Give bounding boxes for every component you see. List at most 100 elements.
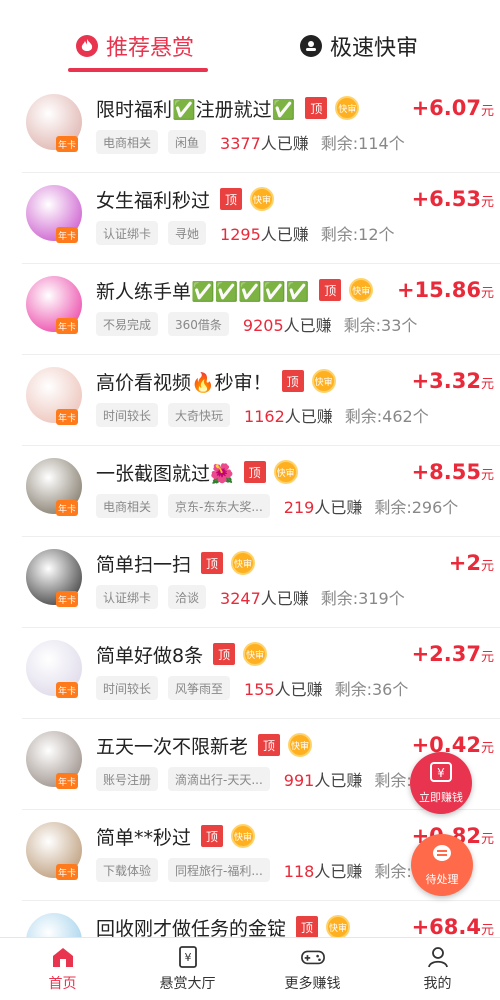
user-badge-icon <box>300 35 322 57</box>
task-tag: 电商相关 <box>96 130 159 154</box>
task-title: 简单好做8条 <box>96 644 204 667</box>
earned-number: 9205 <box>242 316 284 335</box>
task-row[interactable]: 年卡 女生福利秒过顶快审 +6.53元 认证绑卡 寻她 1295人已赚 剩余:12个 <box>22 173 500 264</box>
reward-unit: 元 <box>480 832 494 847</box>
tab-fast-review[interactable]: 极速快审 <box>300 26 418 66</box>
task-tag: 同程旅行-福利... <box>168 858 270 882</box>
nav-home[interactable]: 首页 <box>0 938 125 1000</box>
reward-unit: 元 <box>480 104 494 119</box>
fast-review-badge: 快审 <box>273 460 298 484</box>
earn-now-label: 立即赚钱 <box>419 790 463 804</box>
earned-number: 3247 <box>220 589 261 608</box>
remaining-count: 剩余:12个 <box>320 225 395 244</box>
earned-suffix: 人已赚 <box>274 680 323 699</box>
flame-icon <box>76 35 98 57</box>
nav-label: 首页 <box>48 976 77 992</box>
task-tag: 滴滴出行-天天... <box>168 767 270 791</box>
top-badge: 顶 <box>201 552 224 574</box>
top-badge: 顶 <box>201 825 224 847</box>
task-title-line: 高价看视频🔥秒审！ 顶快审 <box>96 367 336 395</box>
remaining-count: 剩余:36个 <box>334 680 409 699</box>
remaining-count: 剩余:33个 <box>343 316 418 335</box>
reward-unit: 元 <box>480 741 494 756</box>
task-reward: +2.37元 <box>412 642 494 666</box>
avatar-card-badge: 年卡 <box>56 591 78 607</box>
task-title: 一张截图就过🌺 <box>96 462 234 485</box>
reward-unit: 元 <box>480 923 494 937</box>
avatar-card-badge: 年卡 <box>56 227 78 243</box>
nav-more-earnings[interactable]: 更多赚钱 <box>250 938 375 1000</box>
earn-now-button[interactable]: ¥ 立即赚钱 <box>410 752 472 814</box>
yuan-icon: ¥ <box>430 761 452 787</box>
earned-suffix: 人已赚 <box>314 771 363 790</box>
remaining-count: 剩余:319个 <box>320 589 405 608</box>
earned-count: 219人已赚 <box>284 494 363 518</box>
task-tag: 认证绑卡 <box>96 221 159 245</box>
reward-amount: +15.86 <box>396 278 481 302</box>
task-tag: 账号注册 <box>96 767 159 791</box>
earned-number: 155 <box>244 680 275 699</box>
task-avatar <box>26 913 82 937</box>
avatar-card-badge: 年卡 <box>56 773 78 789</box>
earned-suffix: 人已赚 <box>284 407 333 426</box>
nav-bounty-hall[interactable]: ¥ 悬赏大厅 <box>125 938 250 1000</box>
task-title-line: 简单**秒过顶快审 <box>96 822 256 850</box>
earned-number: 219 <box>283 498 315 517</box>
earned-number: 118 <box>283 862 315 881</box>
task-row[interactable]: 年卡 简单好做8条顶快审 +2.37元 时间较长 风筝雨至 155人已赚 剩余:36个 <box>22 628 500 719</box>
task-title: 回收刚才做任务的金锭 <box>96 917 287 938</box>
avatar-card-badge: 年卡 <box>56 682 78 698</box>
nav-profile[interactable]: 我的 <box>375 938 500 1000</box>
task-row[interactable]: 年卡 新人练手单✅✅✅✅✅ 顶快审 +15.86元 不易完成 360借条 9205人已赚 剩余… <box>22 264 500 355</box>
top-badge: 顶 <box>258 734 281 756</box>
earned-count: 155人已赚 <box>244 676 323 700</box>
earned-number: 991 <box>283 771 315 790</box>
task-meta-line: 时间较长 大奇快玩 1162人已赚 剩余:462个 <box>96 403 429 427</box>
svg-text:¥: ¥ <box>184 951 191 964</box>
avatar-card-badge: 年卡 <box>56 864 78 880</box>
task-tag: 京东-东东大奖... <box>168 494 270 518</box>
earned-suffix: 人已赚 <box>314 498 363 517</box>
task-reward: +2元 <box>449 551 494 575</box>
earned-number: 1162 <box>244 407 285 426</box>
yuan-doc-icon: ¥ <box>176 945 200 969</box>
fast-review-badge: 快审 <box>250 187 275 211</box>
avatar-card-badge: 年卡 <box>56 409 78 425</box>
reward-unit: 元 <box>480 468 494 483</box>
tab-label: 极速快审 <box>330 36 419 61</box>
task-row[interactable]: 回收刚才做任务的金锭顶快审 +68.4元 <box>22 901 500 937</box>
tab-recommended-bounty[interactable]: 推荐悬赏 <box>76 26 194 66</box>
fast-review-badge: 快审 <box>311 369 336 393</box>
task-title: 简单扫一扫 <box>96 553 192 576</box>
task-row[interactable]: 年卡 一张截图就过🌺 顶快审 +8.55元 电商相关 京东-东东大奖... 219人已赚 剩余… <box>22 446 500 537</box>
task-row[interactable]: 年卡 高价看视频🔥秒审！ 顶快审 +3.32元 时间较长 大奇快玩 1162人已赚 剩余:46… <box>22 355 500 446</box>
task-row[interactable]: 年卡 限时福利✅注册就过✅ 顶快审 +6.07元 电商相关 闲鱼 3377人已赚 剩余:114… <box>22 82 500 173</box>
fast-review-badge: 快审 <box>335 96 360 120</box>
nav-label: 我的 <box>423 976 452 992</box>
home-icon <box>51 945 75 969</box>
remaining-count: 剩余:114个 <box>320 134 405 153</box>
pending-button[interactable]: 待处理 <box>411 834 473 896</box>
task-title: 限时福利✅注册就过✅ <box>96 98 296 121</box>
top-badge: 顶 <box>281 370 304 392</box>
earned-suffix: 人已赚 <box>260 225 309 244</box>
task-row[interactable]: 年卡 简单扫一扫顶快审 +2元 认证绑卡 洽谈 3247人已赚 剩余:319个 <box>22 537 500 628</box>
task-tag: 下载体验 <box>96 858 159 882</box>
task-meta-line: 不易完成 360借条 9205人已赚 剩余:33个 <box>96 312 417 336</box>
task-tag: 洽谈 <box>168 585 207 609</box>
person-icon <box>426 945 450 969</box>
task-reward: +15.86元 <box>397 278 494 302</box>
fast-review-badge: 快审 <box>349 278 374 302</box>
task-title-line: 五天一次不限新老顶快审 <box>96 731 313 759</box>
pending-label: 待处理 <box>425 872 459 886</box>
task-tag: 电商相关 <box>96 494 159 518</box>
fast-review-badge: 快审 <box>326 915 351 937</box>
earned-count: 1162人已赚 <box>244 403 333 427</box>
task-title: 女生福利秒过 <box>96 189 211 212</box>
earned-count: 3247人已赚 <box>220 585 309 609</box>
task-reward: +6.07元 <box>412 96 494 120</box>
task-title-line: 一张截图就过🌺 顶快审 <box>96 458 298 486</box>
task-tag: 风筝雨至 <box>168 676 231 700</box>
task-tag: 不易完成 <box>96 312 159 336</box>
top-badge: 顶 <box>243 461 266 483</box>
